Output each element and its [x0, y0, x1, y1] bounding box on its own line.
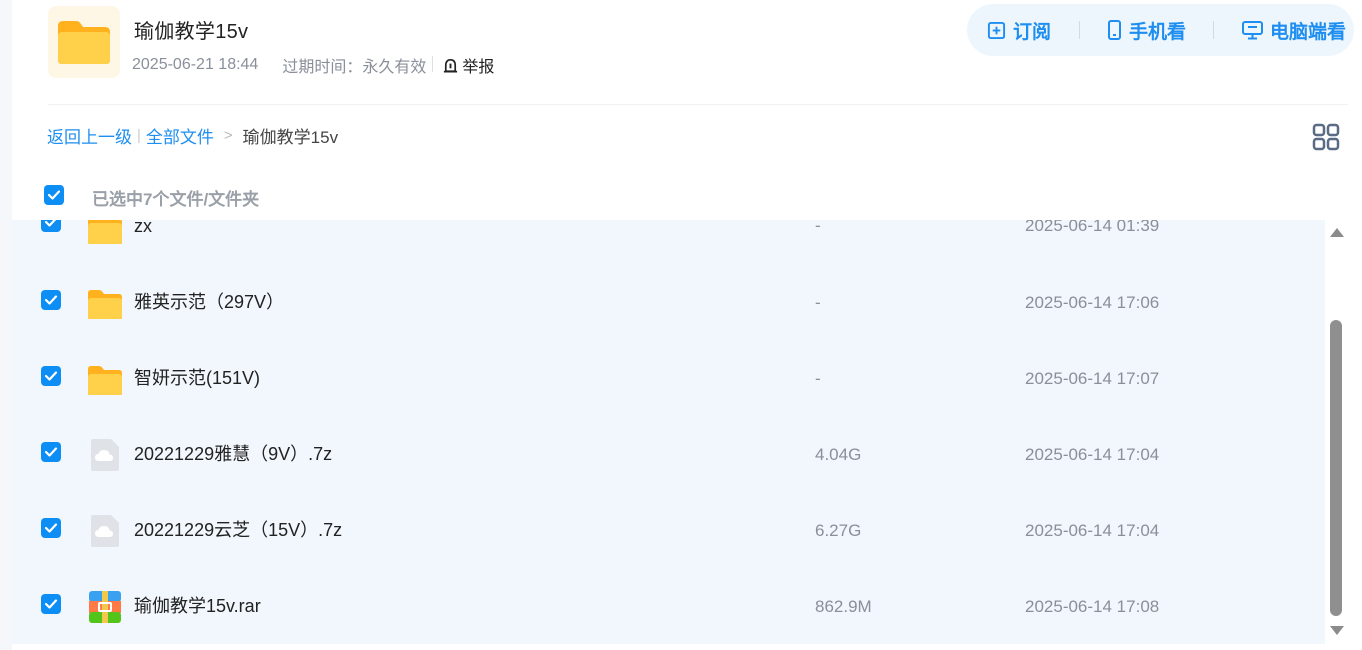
folder-icon	[86, 285, 124, 323]
archive-icon	[86, 588, 124, 626]
check-icon	[44, 447, 58, 457]
folder-icon	[86, 220, 124, 248]
table-row[interactable]: 20221229云芝（15V）.7z 6.27G 2025-06-14 17:0…	[12, 515, 1325, 594]
cloud-file-icon	[86, 512, 124, 550]
pc-view-label: 电脑端看	[1269, 21, 1346, 43]
check-icon	[44, 371, 58, 381]
scroll-thumb[interactable]	[1330, 320, 1342, 616]
row-checkbox[interactable]	[41, 518, 61, 538]
breadcrumb-divider: |	[137, 126, 141, 144]
share-created-time: 2025-06-21 18:44	[132, 56, 259, 73]
expiry-value: 永久有效	[362, 59, 427, 76]
action-divider	[1213, 21, 1215, 39]
pc-view-button[interactable]: 电脑端看	[1241, 17, 1346, 44]
alarm-icon	[444, 58, 458, 72]
subscribe-icon	[987, 21, 1006, 39]
file-name[interactable]: 智妍示范(151V)	[134, 366, 260, 390]
row-checkbox[interactable]	[41, 442, 61, 462]
grid-view-toggle[interactable]	[1312, 123, 1340, 151]
table-row[interactable]: 20221229雅慧（9V）.7z 4.04G 2025-06-14 17:04	[12, 439, 1325, 518]
check-icon	[44, 220, 57, 227]
share-meta: 2025-06-21 18:44 过期时间： 永久有效 举报	[132, 54, 494, 76]
check-icon	[44, 295, 58, 305]
subscribe-button[interactable]: 订阅	[987, 17, 1051, 44]
file-size: -	[815, 220, 821, 235]
file-date: 2025-06-14 17:04	[1025, 445, 1160, 464]
table-row[interactable]: 雅英示范（297V） - 2025-06-14 17:06	[12, 290, 1325, 366]
file-name[interactable]: 雅英示范（297V）	[134, 290, 284, 314]
file-date: 2025-06-14 17:04	[1025, 521, 1160, 540]
expiry-label: 过期时间：	[282, 59, 363, 76]
row-checkbox[interactable]	[41, 220, 61, 232]
report-label: 举报	[462, 59, 495, 76]
file-name[interactable]: 瑜伽教学15v.rar	[134, 594, 261, 618]
share-title: 瑜伽教学15v	[134, 21, 249, 43]
selection-count-label: 已选中7个文件/文件夹	[92, 190, 260, 209]
file-name[interactable]: zx	[134, 220, 152, 238]
grid-icon	[1312, 123, 1340, 151]
scroll-up-arrow[interactable]	[1330, 228, 1344, 237]
row-checkbox[interactable]	[41, 366, 61, 386]
mobile-view-button[interactable]: 手机看	[1107, 17, 1186, 44]
table-row[interactable]: 瑜伽教学15v.rar 862.9M 2025-06-14 17:08	[12, 591, 1325, 644]
file-name[interactable]: 20221229云芝（15V）.7z	[134, 518, 342, 542]
list-scrollbar[interactable]	[1325, 220, 1349, 644]
file-date: 2025-06-14 17:07	[1025, 369, 1160, 388]
file-date: 2025-06-14 17:08	[1025, 597, 1160, 616]
breadcrumb: 返回上一级 | 全部文件 > 瑜伽教学15v	[47, 123, 339, 148]
file-size: 6.27G	[815, 521, 862, 540]
file-list: zx - 2025-06-14 01:39 雅英示范（297V） - 2025-…	[12, 220, 1325, 644]
share-page: 瑜伽教学15v 2025-06-21 18:44 过期时间： 永久有效 举报 订…	[12, 0, 1362, 650]
action-divider	[1078, 21, 1080, 39]
check-icon	[44, 523, 58, 533]
file-size: -	[815, 369, 821, 388]
breadcrumb-arrow: >	[223, 126, 233, 144]
row-checkbox[interactable]	[41, 290, 61, 310]
table-row[interactable]: zx - 2025-06-14 01:39	[12, 220, 1325, 294]
subscribe-label: 订阅	[1013, 21, 1052, 43]
file-size: 862.9M	[815, 597, 872, 616]
check-icon	[47, 190, 61, 200]
cloud-file-icon	[86, 436, 124, 474]
share-folder-icon	[48, 6, 120, 78]
header-divider	[48, 104, 1348, 105]
file-date: 2025-06-14 17:06	[1025, 293, 1160, 312]
monitor-icon	[1241, 20, 1263, 39]
action-bar: 订阅 手机看 电脑端看	[967, 4, 1354, 56]
all-files-link[interactable]: 全部文件	[146, 123, 214, 148]
mobile-view-label: 手机看	[1128, 21, 1186, 43]
scroll-down-arrow[interactable]	[1330, 626, 1344, 635]
select-all-checkbox[interactable]	[44, 185, 64, 205]
check-icon	[44, 599, 58, 609]
row-checkbox[interactable]	[41, 594, 61, 614]
file-size: -	[815, 293, 821, 312]
file-size: 4.04G	[815, 445, 862, 464]
back-link[interactable]: 返回上一级	[47, 123, 132, 148]
report-button[interactable]: 举报	[432, 53, 495, 77]
breadcrumb-current: 瑜伽教学15v	[242, 127, 339, 147]
file-date: 2025-06-14 01:39	[1025, 220, 1160, 235]
table-row[interactable]: 智妍示范(151V) - 2025-06-14 17:07	[12, 366, 1325, 442]
phone-icon	[1107, 20, 1121, 40]
folder-icon	[86, 361, 124, 399]
file-name[interactable]: 20221229雅慧（9V）.7z	[134, 442, 332, 466]
